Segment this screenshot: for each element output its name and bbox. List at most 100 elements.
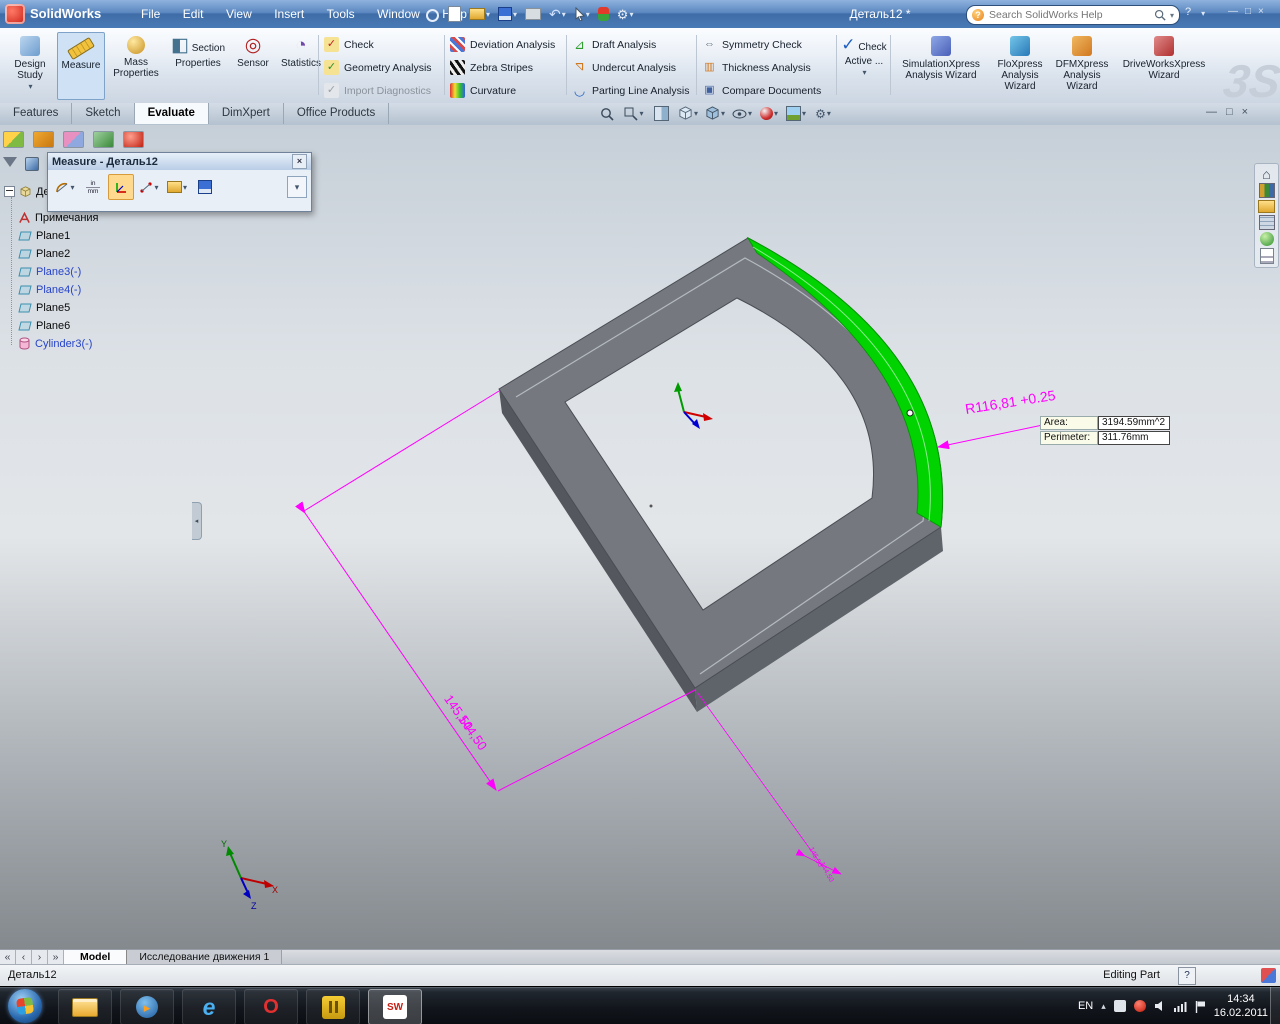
floxpress-wizard-button[interactable]: FloXpress Analysis Wizard (992, 32, 1048, 98)
zoom-fit-button[interactable] (594, 104, 620, 123)
part-top-face[interactable] (499, 238, 943, 688)
show-desktop-button[interactable] (1270, 987, 1280, 1024)
opera-tray-icon[interactable] (1134, 1000, 1146, 1012)
tab-evaluate[interactable]: Evaluate (135, 103, 209, 124)
tab-dimxpert[interactable]: DimXpert (209, 103, 284, 124)
apply-scene-button[interactable]: ▾ (783, 104, 809, 123)
symmetry-check-button[interactable]: ⇔ Symmetry Check (702, 35, 802, 54)
configurationmanager-tab-icon[interactable] (63, 131, 84, 148)
design-study-button[interactable]: Design Study ▾ (6, 32, 54, 98)
tab-features[interactable]: Features (0, 103, 72, 124)
tray-app-icon[interactable] (1114, 1000, 1126, 1012)
parting-line-analysis-button[interactable]: ◡ Parting Line Analysis (572, 81, 689, 100)
dfmxpress-wizard-button[interactable]: DFMXpress Analysis Wizard (1052, 32, 1112, 98)
tree-item-plane3[interactable]: Plane3(-) (18, 263, 81, 280)
search-icon[interactable] (1154, 9, 1166, 21)
dimension-small-inner[interactable]: 144,50 (818, 861, 834, 883)
search-scope-dropdown-icon[interactable]: ▾ (1170, 11, 1174, 20)
measure-dialog-titlebar[interactable]: Measure - Деталь12 × (48, 153, 311, 170)
zebra-stripes-button[interactable]: Zebra Stripes (450, 58, 533, 77)
undo-button[interactable]: ↶ ▾ (546, 3, 569, 25)
taskbar-opera-button[interactable]: O (244, 989, 298, 1024)
tree-item-cylinder3[interactable]: Cylinder3(-) (18, 335, 92, 352)
view-settings-button[interactable]: ⚙ ▾ (810, 104, 836, 123)
collapse-box-icon[interactable] (4, 186, 15, 197)
featuremanager-tab-icon[interactable] (3, 131, 24, 148)
quick-tips-button[interactable]: ? (1178, 967, 1196, 985)
panel-collapse-handle[interactable]: ◂ (192, 502, 202, 540)
menu-tools[interactable]: Tools (318, 0, 364, 28)
curvature-button[interactable]: Curvature (450, 81, 516, 100)
view-orientation-button[interactable]: ▾ (675, 104, 701, 123)
save-measurement-button[interactable] (192, 174, 218, 200)
menu-window[interactable]: Window (368, 0, 429, 28)
start-button[interactable] (8, 989, 42, 1023)
search-input[interactable] (987, 8, 1151, 22)
geometry-analysis-button[interactable]: ✓ Geometry Analysis (324, 58, 432, 77)
file-explorer-icon[interactable] (1258, 200, 1275, 213)
tab-motion-study[interactable]: Исследование движения 1 (127, 950, 282, 965)
draft-analysis-button[interactable]: ⊿ Draft Analysis (572, 35, 656, 54)
status-option-icon[interactable] (1261, 968, 1276, 983)
language-indicator[interactable]: EN (1078, 1000, 1093, 1012)
pin-menu-icon[interactable] (426, 9, 439, 22)
appearances-tab-icon[interactable] (123, 131, 144, 148)
menu-view[interactable]: View (217, 0, 261, 28)
new-document-button[interactable] (445, 3, 464, 25)
filter-icon[interactable] (3, 157, 17, 167)
graphics-viewport[interactable]: R116,81 +0.25 145,50 144,50 145,50 144,5… (0, 125, 1280, 949)
tab-scroll-first-button[interactable]: « (0, 950, 16, 965)
tab-office-products[interactable]: Office Products (284, 103, 389, 124)
tree-item-plane6[interactable]: Plane6 (18, 317, 70, 334)
dimension-inner[interactable]: 144,50 (455, 712, 490, 753)
appearances-scenes-icon[interactable] (1260, 232, 1274, 246)
part-side-face-left[interactable] (499, 389, 697, 712)
tab-scroll-prev-button[interactable]: ‹ (16, 950, 32, 965)
home-button[interactable]: ⌂ (1262, 167, 1270, 181)
deviation-analysis-button[interactable]: Deviation Analysis (450, 35, 555, 54)
driveworksxpress-wizard-button[interactable]: DriveWorksXpress Wizard (1116, 32, 1212, 98)
dimxpertmanager-tab-icon[interactable] (93, 131, 114, 148)
tree-item-plane5[interactable]: Plane5 (18, 299, 70, 316)
tab-model[interactable]: Model (64, 950, 127, 965)
options-button[interactable]: ⚙ ▾ (614, 3, 637, 25)
design-library-icon[interactable] (1259, 183, 1275, 198)
taskbar-solidworks-button[interactable]: SW (368, 989, 422, 1024)
check-active-document-button[interactable]: ✓ Check Active ... ▾ (840, 32, 888, 98)
arc-measure-button[interactable]: ▾ (52, 174, 78, 200)
tray-expand-icon[interactable]: ▴ (1101, 1001, 1106, 1012)
section-properties-button[interactable]: ◧ Section Properties (167, 32, 229, 98)
edit-appearance-button[interactable]: ▾ (756, 104, 782, 123)
taskbar-explorer-button[interactable] (58, 989, 112, 1024)
document-close-button[interactable]: × (1242, 106, 1248, 118)
show-xyz-button[interactable] (108, 174, 134, 200)
zoom-area-button[interactable]: ▾ (621, 104, 647, 123)
propertymanager-tab-icon[interactable] (33, 131, 54, 148)
compare-documents-button[interactable]: ▣ Compare Documents (702, 81, 821, 100)
tab-scroll-next-button[interactable]: › (32, 950, 48, 965)
taskbar-yellow-app-button[interactable] (306, 989, 360, 1024)
tree-item-plane1[interactable]: Plane1 (18, 227, 70, 244)
import-diagnostics-button[interactable]: ✓ Import Diagnostics (324, 81, 431, 100)
thickness-analysis-button[interactable]: ▥ Thickness Analysis (702, 58, 811, 77)
sensor-button[interactable]: ◎ Sensor (231, 32, 275, 98)
tab-scroll-last-button[interactable]: » (48, 950, 64, 965)
tree-item-plane4[interactable]: Plane4(-) (18, 281, 81, 298)
menu-file[interactable]: File (132, 0, 169, 28)
taskbar-clock[interactable]: 14:34 16.02.2011 (1214, 992, 1268, 1020)
units-button[interactable]: in mm (80, 174, 106, 200)
save-button[interactable]: ▾ (495, 3, 520, 25)
point-to-point-button[interactable]: ▾ (136, 174, 162, 200)
select-button[interactable]: ▾ (571, 3, 593, 25)
print-button[interactable] (522, 3, 544, 25)
view-palette-icon[interactable] (1259, 215, 1275, 230)
maximize-button[interactable]: □ (1245, 6, 1251, 17)
taskbar-mediaplayer-button[interactable]: ▸ (120, 989, 174, 1024)
volume-icon[interactable] (1154, 1000, 1166, 1012)
display-style-button[interactable]: ▾ (702, 104, 728, 123)
taskbar-ie-button[interactable]: e (182, 989, 236, 1024)
action-center-flag-icon[interactable] (1195, 1000, 1206, 1013)
hide-show-items-button[interactable]: ▾ (729, 104, 755, 123)
tree-display-icon[interactable] (25, 157, 39, 171)
menu-insert[interactable]: Insert (265, 0, 313, 28)
